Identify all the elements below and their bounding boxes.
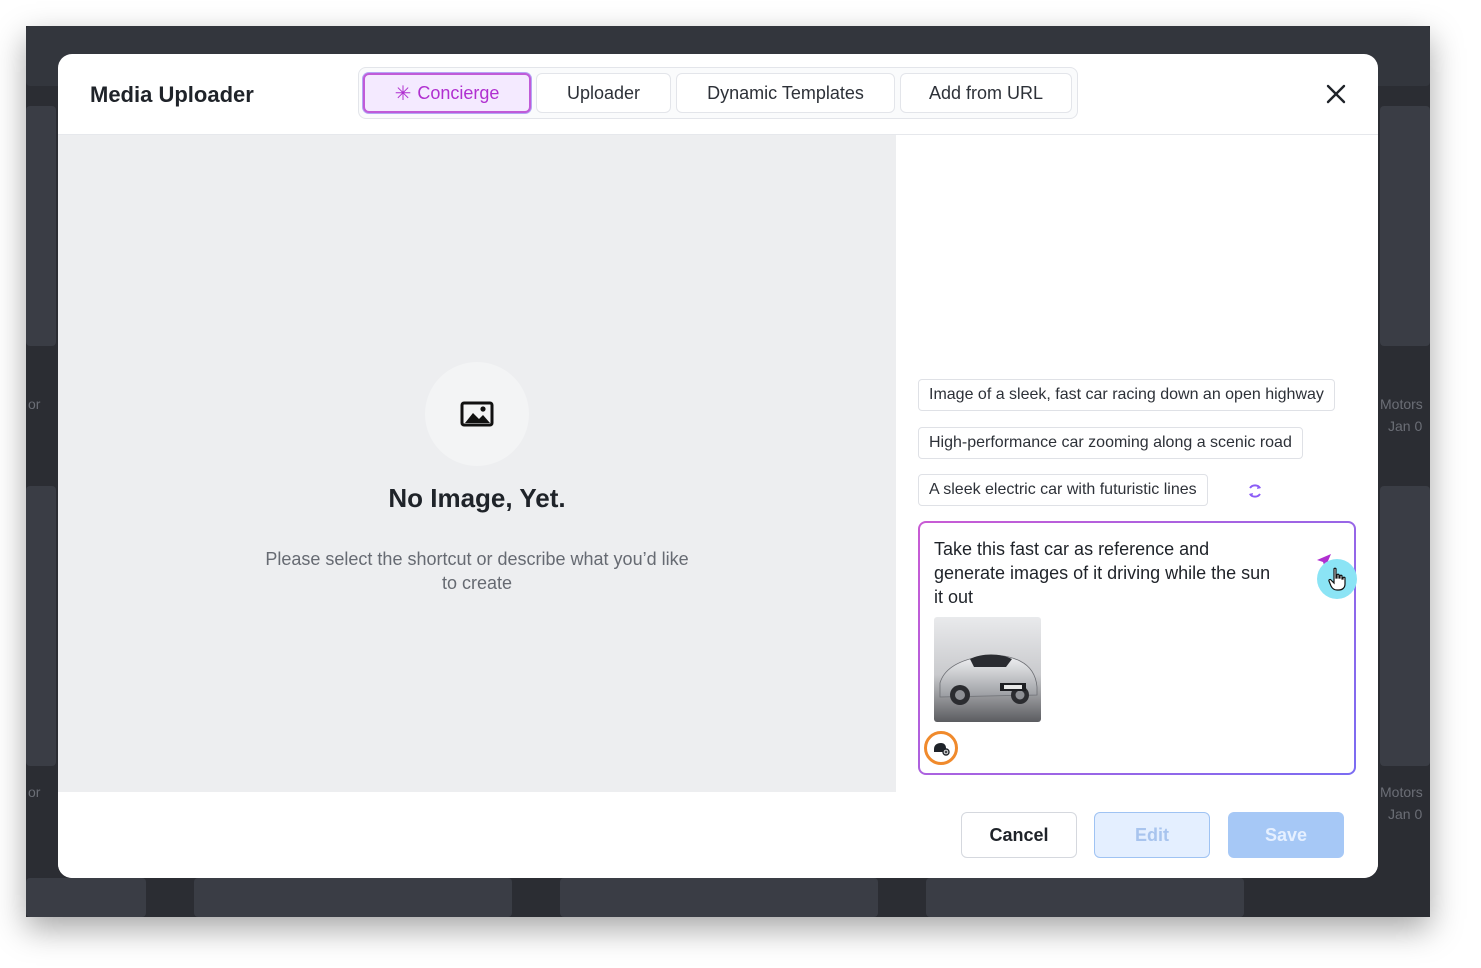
dialog-title: Media Uploader: [90, 82, 254, 107]
tab-dynamic-templates[interactable]: Dynamic Templates: [676, 73, 895, 113]
media-uploader-dialog: Media Uploader ✳ Concierge Uploader Dyna…: [58, 54, 1378, 878]
tab-concierge[interactable]: ✳ Concierge: [363, 73, 531, 113]
background-card: [1380, 106, 1430, 346]
background-card: [194, 878, 512, 917]
tab-label: Uploader: [566, 82, 641, 103]
suggestion-chip[interactable]: Image of a sleek, fast car racing down a…: [918, 379, 1335, 411]
background-label: Jan 0: [1388, 418, 1423, 434]
image-attach-icon: [934, 743, 950, 756]
close-button[interactable]: [1322, 80, 1350, 108]
car-photo: [934, 617, 1041, 722]
prompt-input[interactable]: Take this fast car as reference and gene…: [918, 521, 1357, 775]
refresh-suggestions-button[interactable]: [1244, 480, 1266, 502]
background-label: Jan 0: [1388, 806, 1423, 822]
concierge-panel: Image of a sleek, fast car racing down a…: [897, 135, 1378, 792]
background-label: Motors: [1380, 396, 1423, 412]
dialog-header: Media Uploader ✳ Concierge Uploader Dyna…: [58, 54, 1378, 135]
tab-add-from-url[interactable]: Add from URL: [900, 73, 1072, 113]
save-button[interactable]: Save: [1228, 812, 1344, 858]
tab-label: Concierge: [417, 82, 500, 103]
tab-label: Add from URL: [928, 82, 1044, 103]
tab-label: Dynamic Templates: [707, 82, 864, 103]
empty-state-subtitle: Please select the shortcut or describe w…: [265, 549, 689, 593]
edit-button[interactable]: Edit: [1094, 812, 1210, 858]
image-icon: [460, 401, 494, 427]
empty-state-title: No Image, Yet.: [388, 483, 566, 513]
background-card: [26, 486, 56, 766]
hand-pointer-icon: [1328, 567, 1346, 591]
prompt-text[interactable]: Take this fast car as reference and gene…: [934, 537, 1284, 609]
dialog-footer: Cancel Edit Save: [58, 792, 1378, 878]
background-card: [1380, 486, 1430, 766]
background-label: or: [28, 784, 41, 800]
background-card: [560, 878, 878, 917]
empty-image-placeholder: [425, 362, 529, 466]
preview-panel: No Image, Yet. Please select the shortcu…: [58, 135, 896, 792]
suggestion-chip[interactable]: High-performance car zooming along a sce…: [918, 427, 1303, 459]
close-icon: [1326, 84, 1346, 104]
background-card: [26, 106, 56, 346]
reference-image[interactable]: [934, 617, 1041, 722]
tab-uploader[interactable]: Uploader: [536, 73, 671, 113]
refresh-icon: [1249, 484, 1261, 498]
suggestion-chip[interactable]: A sleek electric car with futuristic lin…: [918, 474, 1208, 506]
attach-image-button[interactable]: [924, 731, 958, 765]
background-label: Motors: [1380, 784, 1423, 800]
cancel-button[interactable]: Cancel: [961, 812, 1077, 858]
tab-bar: ✳ Concierge Uploader Dynamic Templates A…: [358, 67, 1078, 119]
background-card: [926, 878, 1244, 917]
sparkle-icon: ✳: [394, 82, 412, 105]
background-label: or: [28, 396, 41, 412]
app-background: or Motors Jan 0 or Motors Jan 0 Media Up…: [26, 26, 1430, 917]
pointer-cursor-indicator: [1317, 559, 1357, 599]
background-card: [26, 878, 146, 917]
